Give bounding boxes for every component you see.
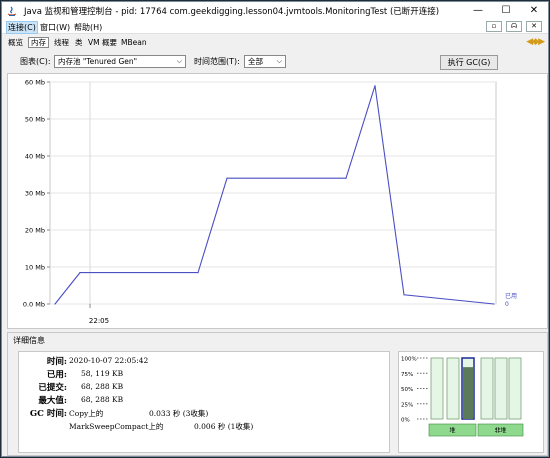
tab-overview[interactable]: 概览: [6, 37, 25, 48]
memory-pool-bars: 100% 75% 50% 25% 0% 堆 非堆: [398, 351, 544, 453]
menu-help[interactable]: 帮助(H): [74, 22, 102, 33]
bar-y-tick-label: 100%: [401, 357, 417, 363]
committed-label: 已提交:: [38, 383, 67, 393]
y-tick-label: 60 Mb: [25, 79, 45, 87]
used-series-point: [493, 303, 495, 305]
y-tick-label: 10 Mb: [25, 264, 45, 272]
tab-mbean[interactable]: MBean: [119, 37, 149, 48]
time-value: 2020-10-07 22:05:42: [69, 356, 149, 365]
used-series-point: [403, 294, 405, 296]
memory-chart: 60 Mb 50 Mb 40 Mb 30 Mb 20 Mb 10 Mb 0.0 Mb 22:0…: [23, 79, 517, 326]
tab-memory[interactable]: 内存: [28, 37, 49, 48]
used-series-point: [197, 272, 199, 274]
chart-label: 图表(C):: [20, 57, 51, 66]
x-tick-label: 22:05: [89, 317, 109, 325]
window-title: Java 监视和管理控制台 - pid: 17764 com.geekdiggi…: [24, 7, 440, 17]
mdi-minimize-button[interactable]: ▫: [486, 21, 502, 32]
gc-row-time: 0.006 秒 (1收集): [194, 422, 254, 431]
menu-window[interactable]: 窗口(W): [40, 22, 70, 33]
memory-pool-bar: [508, 357, 522, 420]
chevron-down-icon: ⌵: [276, 57, 282, 65]
max-value: 68, 288 KB: [81, 395, 124, 404]
used-series-point: [79, 272, 81, 274]
tab-vm-summary[interactable]: VM 概要: [86, 37, 119, 48]
bar-y-tick-label: 25%: [401, 402, 413, 408]
mdi-restore-button[interactable]: ᗣ: [506, 21, 522, 32]
tab-classes[interactable]: 类: [73, 37, 85, 48]
memory-pool-bar-fill: [463, 367, 473, 419]
used-series-point: [345, 177, 347, 179]
used-label: 已用:: [46, 370, 67, 380]
memory-pool-bar: [494, 357, 508, 420]
y-tick-label: 40 Mb: [25, 153, 45, 161]
details-panel: 详细信息 时间: 2020-10-07 22:05:42 已用: 58, 119…: [7, 332, 548, 456]
used-series-point: [54, 303, 56, 305]
gc-row-name: MarkSweepCompact上的: [69, 422, 164, 431]
max-label: 最大值:: [38, 396, 67, 406]
perform-gc-button[interactable]: 执行 GC(G): [440, 55, 498, 70]
gc-row-time: 0.033 秒 (3收集): [149, 409, 209, 418]
memory-chart-panel: 60 Mb 50 Mb 40 Mb 30 Mb 20 Mb 10 Mb 0.0 Mb 22:0…: [7, 73, 548, 329]
memory-pool-bar: [446, 357, 460, 420]
bar-y-tick-label: 50%: [401, 387, 413, 393]
gc-row-name: Copy上的: [69, 409, 104, 418]
chart-select[interactable]: 内存池 "Tenured Gen" ⌵: [54, 55, 186, 68]
memory-pool-bars-graphic: 100% 75% 50% 25% 0% 堆 非堆: [401, 357, 524, 437]
details-info: 时间: 2020-10-07 22:05:42 已用: 58, 119 KB 已…: [18, 351, 390, 453]
used-value: 58, 119 KB: [81, 369, 124, 378]
mdi-close-button[interactable]: ✕: [526, 21, 542, 32]
chart-select-value: 内存池 "Tenured Gen": [58, 57, 138, 66]
tab-scroll-arrows-icon[interactable]: ◀◆▶: [526, 37, 545, 47]
legend-label: 已用: [505, 293, 517, 300]
minimize-button[interactable]: —: [464, 2, 492, 20]
y-tick-label: 50 Mb: [25, 116, 45, 124]
menu-connection[interactable]: 连接(C): [6, 21, 38, 34]
used-series-point: [226, 177, 228, 179]
menu-bar: 连接(C) 窗口(W) 帮助(H) ▫ ᗣ ✕: [2, 20, 548, 34]
y-tick-label: 20 Mb: [25, 227, 45, 235]
memory-pool-bar: [480, 357, 494, 420]
memory-group-label: 堆: [449, 427, 455, 435]
used-series-point: [374, 85, 376, 87]
bar-y-tick-label: 0%: [401, 418, 410, 424]
title-bar: Java 监视和管理控制台 - pid: 17764 com.geekdiggi…: [2, 2, 548, 20]
time-range-label: 时间范围(T):: [194, 57, 240, 66]
java-app-icon: [7, 6, 17, 16]
gc-time-label: GC 时间:: [29, 409, 67, 419]
tab-threads[interactable]: 线程: [52, 37, 71, 48]
time-label: 时间:: [46, 357, 67, 367]
close-button[interactable]: ✕: [520, 2, 548, 20]
legend-value: 0: [505, 301, 509, 308]
chevron-down-icon: ⌵: [176, 57, 182, 65]
y-tick-label: 30 Mb: [25, 190, 45, 198]
time-range-value: 全部: [248, 57, 263, 66]
time-range-select[interactable]: 全部 ⌵: [244, 55, 286, 68]
maximize-button[interactable]: ☐: [492, 2, 520, 20]
memory-group-label: 非堆: [494, 427, 506, 435]
bar-y-tick-label: 75%: [401, 372, 413, 378]
y-tick-label: 0.0 Mb: [23, 301, 45, 309]
committed-value: 68, 288 KB: [81, 382, 124, 391]
memory-pool-bar: [430, 357, 444, 420]
tab-bar: 概览 内存 线程 类 VM 概要 MBean ◀◆▶: [2, 35, 548, 50]
main-window: Java 监视和管理控制台 - pid: 17764 com.geekdiggi…: [1, 1, 549, 457]
details-header: 详细信息: [13, 336, 45, 345]
